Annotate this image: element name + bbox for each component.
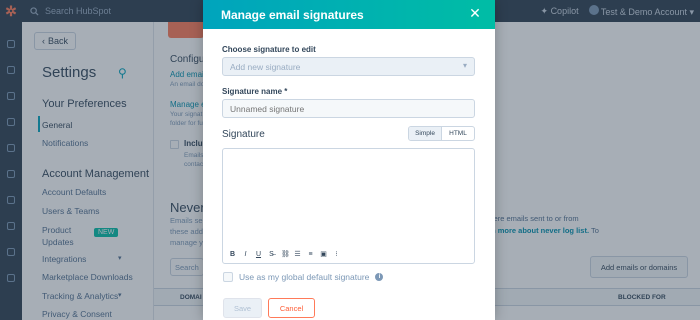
editor-mode-toggle: Simple HTML (408, 126, 475, 141)
global-default-checkbox[interactable] (223, 272, 233, 282)
link-icon[interactable]: ⛓ (281, 250, 290, 258)
strikethrough-icon[interactable]: S̶ (268, 251, 275, 258)
numbered-list-icon[interactable]: ≡ (307, 251, 314, 258)
save-button[interactable]: Save (223, 298, 262, 318)
italic-icon[interactable]: I (242, 251, 249, 258)
global-default-label[interactable]: Use as my global default signature (239, 272, 369, 282)
chevron-down-icon: ▾ (462, 61, 467, 70)
choose-signature-value: Add new signature (230, 62, 301, 72)
choose-signature-select[interactable]: Add new signature ▾ (222, 57, 475, 76)
choose-signature-label: Choose signature to edit (222, 45, 316, 54)
bullet-list-icon[interactable]: ☰ (294, 250, 301, 258)
manage-signatures-modal: Manage email signatures ✕ Choose signatu… (203, 0, 495, 320)
signature-editor[interactable]: B I U S̶ ⛓ ☰ ≡ ▣ ⁝ (222, 148, 475, 264)
editor-toolbar: B I U S̶ ⛓ ☰ ≡ ▣ ⁝ (229, 250, 340, 259)
underline-icon[interactable]: U (255, 251, 262, 258)
close-icon[interactable]: ✕ (468, 6, 482, 20)
image-icon[interactable]: ▣ (320, 250, 327, 258)
cancel-button[interactable]: Cancel (268, 298, 315, 318)
toggle-simple[interactable]: Simple (409, 127, 442, 140)
bold-icon[interactable]: B (229, 251, 236, 258)
signature-name-input[interactable] (222, 99, 475, 118)
info-icon[interactable]: i (375, 273, 384, 281)
signature-name-label: Signature name * (222, 87, 288, 96)
modal-title: Manage email signatures (221, 8, 364, 22)
global-default-row: Use as my global default signature i (223, 272, 384, 282)
more-icon[interactable]: ⁝ (333, 250, 340, 258)
signature-label: Signature (222, 129, 265, 140)
toggle-html[interactable]: HTML (442, 127, 474, 140)
modal-header: Manage email signatures ✕ (203, 0, 495, 29)
